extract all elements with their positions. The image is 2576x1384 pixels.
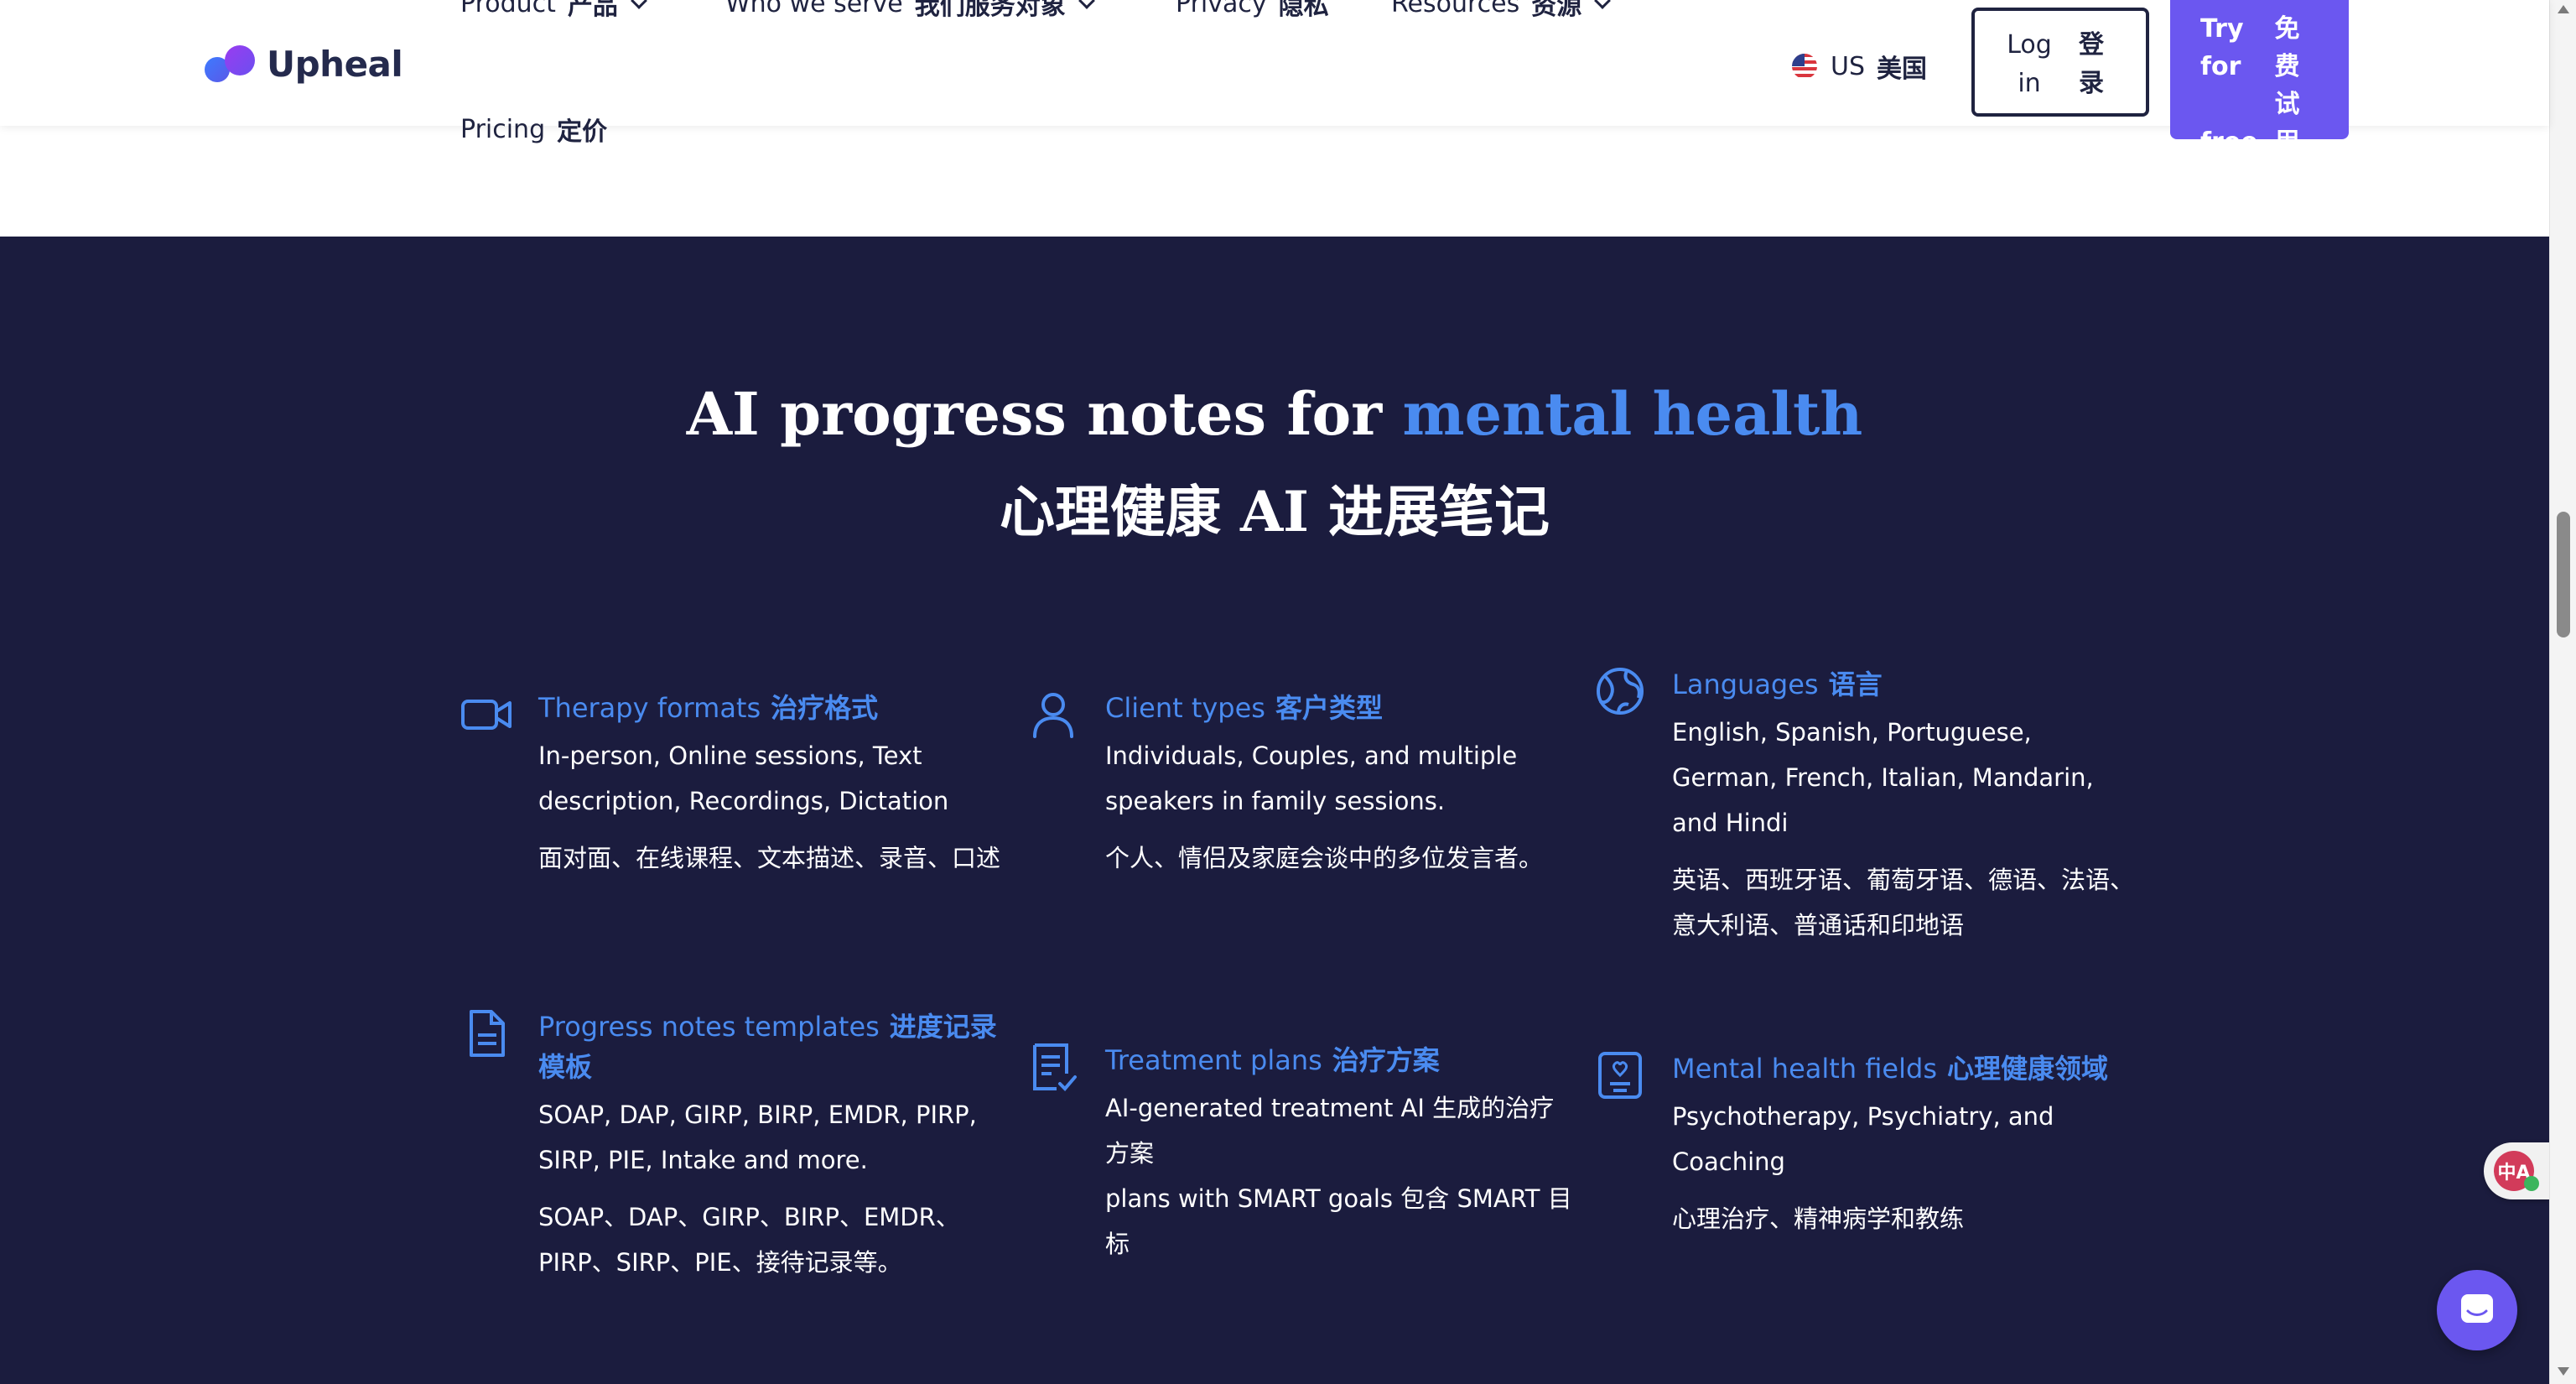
- section-title-zh: 心理健康 AI 进展笔记: [999, 479, 1550, 544]
- try-for-free-button[interactable]: Try 免 for 费试 free 用: [2170, 0, 2349, 157]
- feature-description-zh: 面对面、在线课程、文本描述、录音、口述: [538, 844, 1001, 872]
- user-icon: [1033, 693, 1073, 738]
- feature-description: SOAP, DAP, GIRP, BIRP, EMDR, PIRP, SIRP,…: [538, 1100, 977, 1174]
- page-scrollbar[interactable]: [2549, 0, 2576, 1384]
- feature-title: Progress notes templates 进度记录模板: [538, 1011, 997, 1083]
- feature-title: Therapy formats 治疗格式: [538, 692, 879, 724]
- feature-description-zh: 英语、西班牙语、葡萄牙语、德语、法语、意大利语、普通话和印地语: [1672, 866, 2135, 939]
- feature-languages: Languages 语言 English, Spanish, Portuguese…: [1597, 664, 2142, 948]
- logo-text: Upheal: [267, 43, 403, 85]
- scroll-down-arrow-icon[interactable]: [2558, 1367, 2569, 1376]
- translate-widget[interactable]: 中A: [2484, 1142, 2549, 1199]
- feature-description-zh: SOAP、DAP、GIRP、BIRP、EMDR、PIRP、SIRP、PIE、接待…: [538, 1203, 960, 1277]
- document-icon: [470, 1010, 505, 1057]
- upheal-logo[interactable]: Upheal: [205, 39, 403, 89]
- feature-description: Individuals, Couples, and multiple speak…: [1105, 741, 1518, 815]
- chat-launcher-button[interactable]: [2437, 1270, 2517, 1350]
- feature-therapy-formats: Therapy formats 治疗格式 In-person, Online se…: [461, 688, 1008, 881]
- chat-icon: [2461, 1294, 2493, 1323]
- chevron-down-icon: [1594, 0, 1612, 9]
- site-header: Upheal Product 产品 Who we serve 我们服务对象 Priv…: [0, 0, 2549, 157]
- nav-pricing[interactable]: Pricing 定价: [460, 111, 607, 148]
- logo-mark-icon: [205, 45, 257, 82]
- login-button[interactable]: Log 登 in 录: [1971, 8, 2149, 117]
- feature-description-zh: plans with SMART goals 包含 SMART 目标: [1105, 1184, 1572, 1258]
- video-camera-icon: [461, 700, 512, 730]
- nav-who-we-serve[interactable]: Who we serve 我们服务对象: [725, 0, 1095, 22]
- nav-product[interactable]: Product 产品: [460, 0, 647, 22]
- feature-description: Psychotherapy, Psychiatry, and Coaching: [1672, 1102, 2054, 1176]
- feature-description: English, Spanish, Portuguese, German, Fr…: [1672, 718, 2094, 837]
- feature-title: Client types 客户类型: [1105, 692, 1383, 724]
- nav-resources[interactable]: Resources 资源: [1391, 0, 1612, 22]
- nav-privacy[interactable]: Privacy 隐私: [1176, 0, 1329, 22]
- scroll-thumb[interactable]: [2557, 512, 2570, 637]
- heart-profile-icon: [1598, 1052, 1642, 1099]
- feature-client-types: Client types 客户类型 Individuals, Couples, a…: [1033, 688, 1575, 881]
- chevron-down-icon: [1078, 0, 1095, 9]
- chevron-down-icon: [631, 0, 647, 9]
- feature-mental-health-fields: Mental health fields 心理健康领域 Psychotherapy…: [1598, 1048, 2142, 1241]
- locale-selector[interactable]: US 美国: [1792, 48, 1927, 85]
- feature-title: Treatment plans 治疗方案: [1105, 1044, 1440, 1076]
- feature-treatment-plans: Treatment plans 治疗方案 AI-generated treatme…: [1033, 1040, 1575, 1267]
- feature-description: In-person, Online sessions, Text descrip…: [538, 741, 949, 815]
- feature-description-zh: 个人、情侣及家庭会谈中的多位发言者。: [1105, 844, 1544, 872]
- scroll-up-arrow-icon[interactable]: [2558, 5, 2569, 13]
- feature-progress-notes-templates: Progress notes templates 进度记录模板 SOAP, DAP…: [470, 1007, 1008, 1285]
- feature-title: Mental health fields 心理健康领域: [1672, 1053, 2108, 1085]
- feature-description: AI-generated treatment AI 生成的治疗方案: [1105, 1094, 1555, 1168]
- section-title: AI progress notes for mental health: [686, 379, 1863, 449]
- check-badge-icon: [2524, 1176, 2539, 1191]
- globe-icon: [1597, 668, 1644, 715]
- us-flag-icon: [1792, 54, 1817, 79]
- feature-title: Languages 语言: [1672, 669, 1883, 700]
- checklist-icon: [1033, 1043, 1077, 1091]
- features-section: AI progress notes for mental health 心理健康…: [0, 237, 2549, 1384]
- feature-description-zh: 心理治疗、精神病学和教练: [1672, 1204, 1965, 1233]
